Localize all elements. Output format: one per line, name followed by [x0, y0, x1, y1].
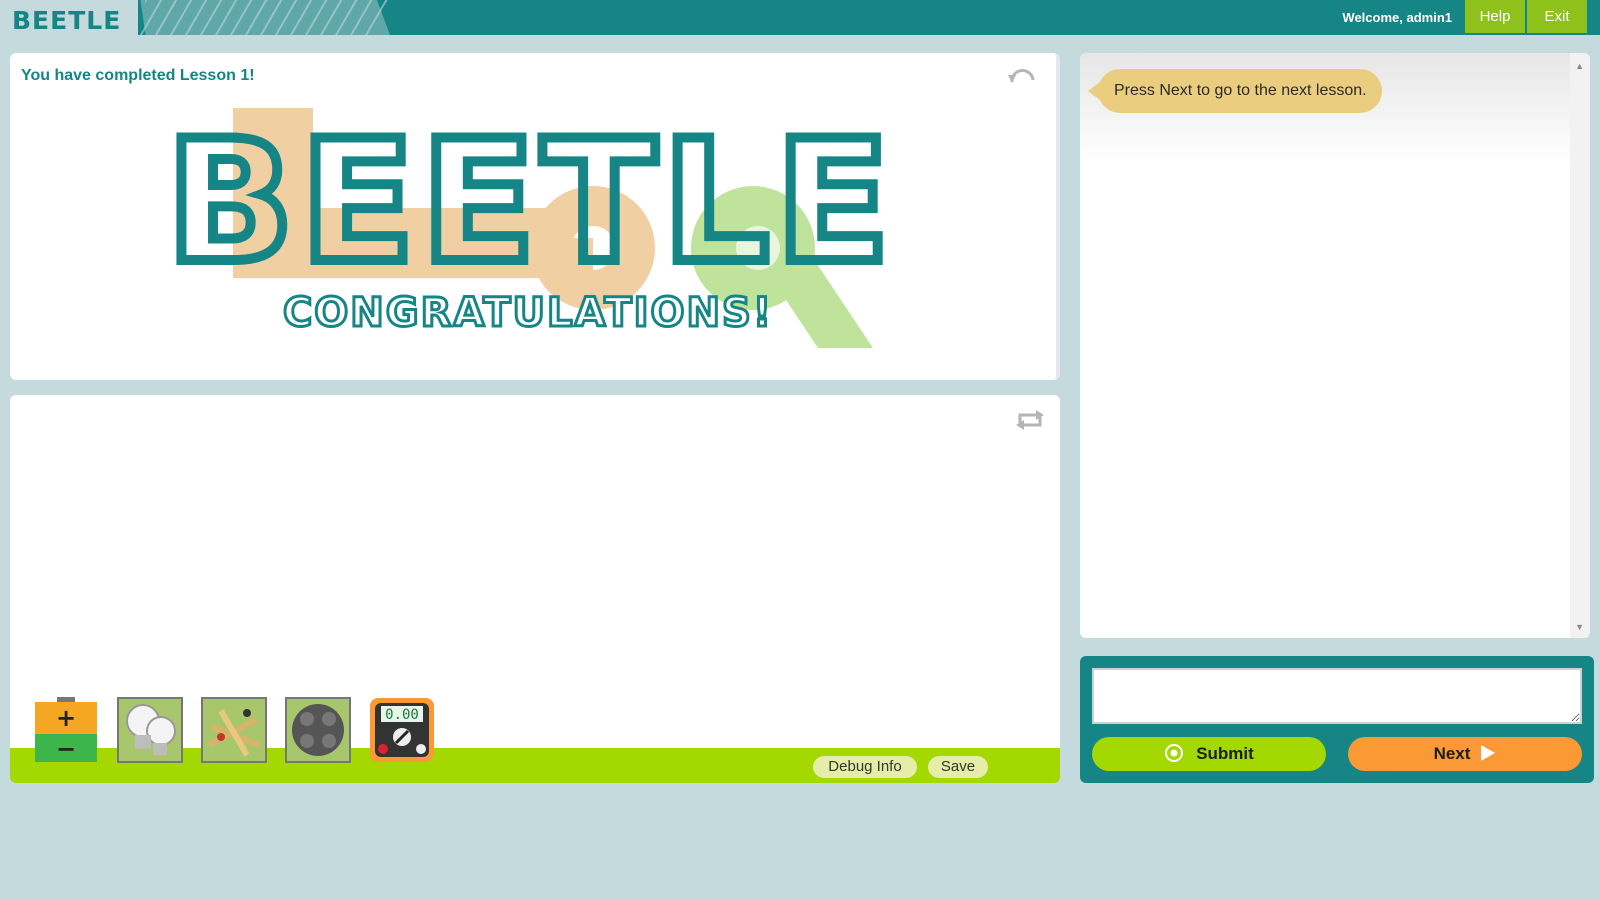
save-button[interactable]: Save	[928, 756, 988, 778]
circuit-workspace[interactable]: Debug Info Save + − 0.00	[10, 395, 1060, 783]
meter-reading: 0.00	[385, 707, 419, 723]
answer-panel: Submit Next	[1080, 656, 1594, 783]
wire-tool-icon[interactable]	[201, 697, 267, 763]
svg-text:−: −	[56, 735, 76, 763]
logo-area: BEETLE	[0, 0, 138, 35]
scroll-down-icon[interactable]: ▼	[1575, 622, 1584, 632]
reset-icon[interactable]	[1014, 407, 1046, 433]
help-button[interactable]: Help	[1465, 0, 1525, 33]
debug-info-button[interactable]: Debug Info	[813, 756, 917, 778]
welcome-text: Welcome, admin1	[1342, 10, 1452, 25]
next-label: Next	[1433, 744, 1471, 763]
decorative-stripes	[137, 0, 390, 35]
lesson-title: You have completed Lesson 1!	[21, 67, 255, 84]
art-caption-text: CONGRATULATIONS!	[283, 290, 773, 336]
battery-tool-icon[interactable]: + −	[33, 697, 99, 763]
art-logo-text: BEETLE	[173, 108, 893, 300]
svg-text:+: +	[56, 704, 76, 732]
chat-scrollbar[interactable]: ▲ ▼	[1570, 53, 1590, 638]
play-arrow-icon	[1481, 745, 1496, 762]
app-logo: BEETLE	[12, 6, 122, 35]
target-icon	[1165, 744, 1184, 763]
exit-button[interactable]: Exit	[1527, 0, 1587, 33]
multimeter-tool-icon[interactable]: 0.00	[369, 697, 435, 763]
submit-button[interactable]: Submit	[1092, 737, 1326, 771]
lesson-panel: You have completed Lesson 1! BEETLE CONG…	[10, 53, 1060, 380]
answer-input[interactable]	[1092, 668, 1582, 724]
scroll-up-icon[interactable]: ▲	[1575, 61, 1584, 71]
congratulations-art: BEETLE CONGRATULATIONS!	[173, 108, 893, 348]
switch-tool-icon[interactable]	[285, 697, 351, 763]
tutor-chat-panel: Press Next to go to the next lesson. ▲ ▼	[1080, 53, 1590, 638]
undo-icon[interactable]	[1006, 66, 1038, 90]
tutor-message: Press Next to go to the next lesson.	[1098, 69, 1382, 113]
next-button[interactable]: Next	[1348, 737, 1582, 771]
top-bar: BEETLE Welcome, admin1 Help Exit	[0, 0, 1600, 35]
bulb-tool-icon[interactable]	[117, 697, 183, 763]
submit-label: Submit	[1196, 744, 1254, 763]
